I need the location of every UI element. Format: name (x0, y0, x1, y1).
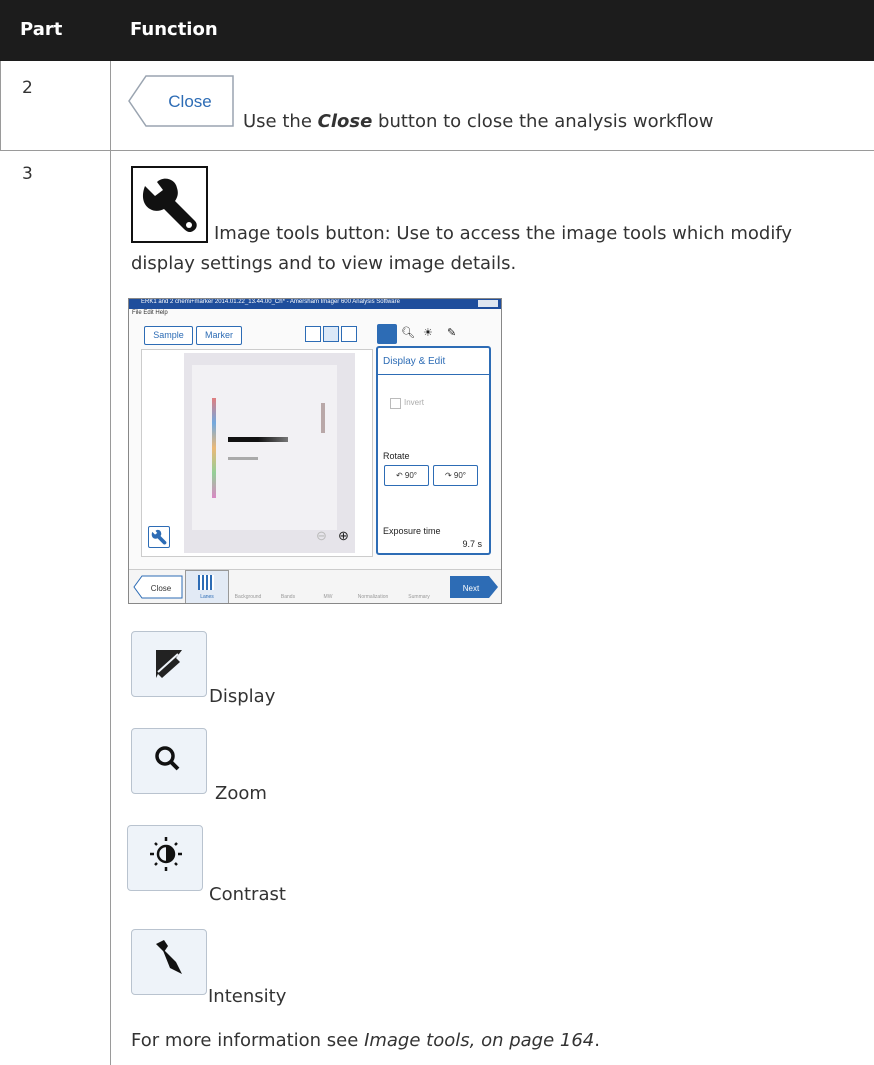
zoom-out-icon[interactable]: ⊖ (316, 528, 327, 544)
workflow-bar: Close Lanes Background Bands MW Normaliz… (129, 569, 501, 603)
part-number-2: 2 (22, 78, 33, 98)
more-info-text: For more information see Image tools, on… (131, 1030, 600, 1051)
rotate-right-button[interactable]: ↷ 90° (433, 465, 478, 486)
part-number-3: 3 (22, 164, 33, 184)
invert-checkbox[interactable] (390, 398, 401, 409)
table-header: Part Function (0, 0, 874, 61)
display-edit-panel: Display & Edit Invert Rotate ↶ 90° ↷ 90°… (376, 346, 491, 555)
step-normalization[interactable]: Normalization (351, 594, 395, 600)
invert-label: Invert (404, 398, 425, 407)
menu-file[interactable]: File (132, 310, 142, 316)
svg-text:Next: Next (463, 584, 480, 593)
display-label: Display (209, 686, 276, 707)
report-icon[interactable] (323, 326, 339, 342)
contrast-label: Contrast (209, 884, 286, 905)
image-tools-reference[interactable]: Image tools, on page 164 (364, 1030, 594, 1051)
wrench-icon (131, 166, 208, 243)
zoom-in-icon[interactable]: ⊕ (338, 528, 349, 544)
chart-icon[interactable] (341, 326, 357, 342)
row-divider (0, 150, 874, 151)
print-icon[interactable] (305, 326, 321, 342)
panel-title: Display & Edit (383, 356, 446, 367)
window-titlebar: ERK1 and 2 chemi+marker 2014.01.22_13.44… (129, 299, 501, 309)
marker-button[interactable]: Marker (196, 326, 242, 345)
image-viewer[interactable]: ⊖ ⊕ (141, 349, 373, 557)
intensity-tab-icon[interactable]: ✎ (447, 326, 456, 339)
sample-button[interactable]: Sample (144, 326, 193, 345)
display-icon (131, 631, 207, 697)
header-function: Function (130, 19, 218, 40)
header-part: Part (20, 19, 63, 40)
close-bold-term: Close (317, 111, 373, 132)
image-tools-desc-line2: display settings and to view image detai… (131, 253, 517, 274)
close-button-image: Close (128, 75, 234, 127)
close-description: Use the Close button to close the analys… (243, 111, 714, 132)
intensity-icon (131, 929, 207, 995)
intensity-label: Intensity (208, 986, 287, 1007)
step-background[interactable]: Background (229, 594, 267, 600)
contrast-icon (127, 825, 203, 891)
step-mw[interactable]: MW (309, 594, 347, 600)
close-button-label: Close (168, 92, 211, 111)
rotate-left-button[interactable]: ↶ 90° (384, 465, 429, 486)
menu-help[interactable]: Help (155, 310, 167, 316)
menu-bar: File Edit Help (132, 310, 168, 316)
step-bands[interactable]: Bands (269, 594, 307, 600)
contrast-tab-icon[interactable]: ☀ (423, 326, 433, 339)
blot-image (184, 353, 355, 553)
image-tools-button[interactable] (148, 526, 170, 548)
zoom-tab-icon[interactable]: 🔍︎ (401, 326, 415, 339)
workflow-next-button[interactable]: Next (449, 575, 499, 599)
rotate-label: Rotate (383, 451, 410, 461)
svg-text:Close: Close (151, 584, 172, 593)
column-divider (110, 61, 111, 1065)
analysis-software-screenshot: ERK1 and 2 chemi+marker 2014.01.22_13.44… (128, 298, 502, 604)
exposure-value: 9.7 s (462, 539, 482, 549)
display-tab-icon[interactable] (377, 324, 397, 344)
exposure-label: Exposure time (383, 526, 441, 536)
zoom-icon (131, 728, 207, 794)
image-tools-desc-line1: Image tools button: Use to access the im… (214, 223, 792, 244)
step-summary[interactable]: Summary (399, 594, 439, 600)
zoom-label: Zoom (215, 783, 267, 804)
workflow-close-button[interactable]: Close (133, 575, 183, 599)
window-title: ERK1 and 2 chemi+marker 2014.01.22_13.44… (141, 299, 400, 305)
menu-edit[interactable]: Edit (143, 310, 153, 316)
left-border (0, 61, 1, 150)
step-lanes[interactable]: Lanes (185, 570, 229, 603)
window-controls[interactable] (478, 300, 498, 307)
